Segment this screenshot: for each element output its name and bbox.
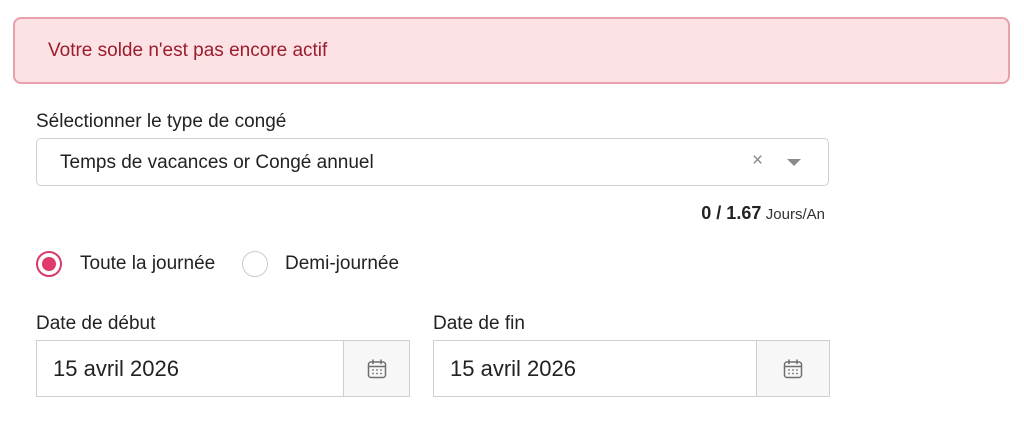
full-day-radio[interactable] [36,251,62,277]
chevron-down-icon[interactable] [787,159,801,166]
leave-type-label: Sélectionner le type de congé [36,111,287,132]
end-date-group [433,340,830,397]
balance-value: 0 / 1.67 [701,203,762,223]
half-day-label[interactable]: Demi-journée [285,253,399,275]
calendar-icon [783,358,803,378]
calendar-icon [367,358,386,378]
inactive-balance-alert: Votre solde n'est pas encore actif [13,17,1010,84]
start-date-label: Date de début [36,313,156,334]
end-date-input[interactable] [434,341,756,396]
end-date-calendar-button[interactable] [756,341,829,396]
start-date-calendar-button[interactable] [343,341,409,396]
balance-unit: Jours/An [765,206,825,223]
close-icon[interactable]: × [752,149,763,173]
full-day-label[interactable]: Toute la journée [80,253,215,275]
start-date-input[interactable] [37,341,343,396]
half-day-radio[interactable] [242,251,268,277]
alert-message: Votre solde n'est pas encore actif [48,39,328,61]
leave-type-select[interactable]: Temps de vacances or Congé annuel × [36,138,829,186]
leave-type-selected-value: Temps de vacances or Congé annuel [60,152,374,173]
start-date-group [36,340,410,397]
end-date-label: Date de fin [433,313,525,334]
leave-balance: 0 / 1.67 Jours/An [701,203,825,224]
